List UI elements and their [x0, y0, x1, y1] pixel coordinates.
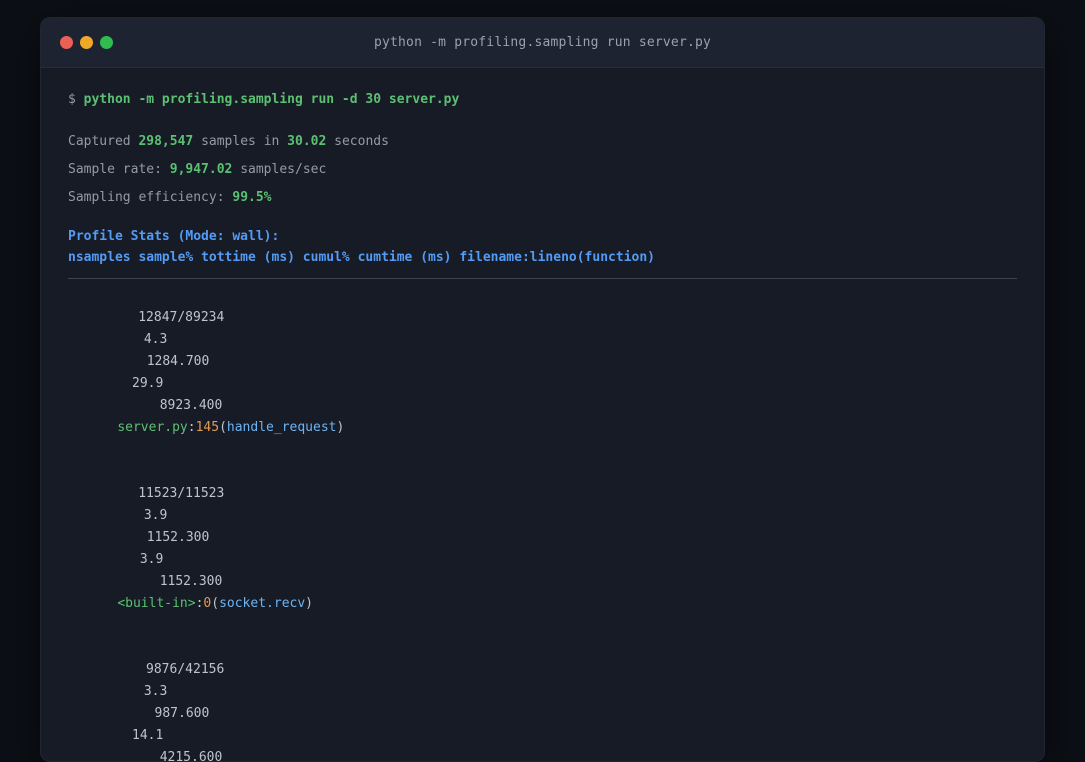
minimize-button[interactable] [80, 36, 93, 49]
nsamples-cell: 11523/11523 [138, 486, 225, 501]
window-controls [60, 18, 113, 67]
close-button[interactable] [60, 36, 73, 49]
terminal-window: python -m profiling.sampling run server.… [40, 17, 1045, 762]
capture-stats: Captured 298,547 samples in 30.02 second… [68, 128, 1017, 212]
sample-pct-cell: 3.3 [143, 684, 168, 699]
table-divider [68, 278, 1017, 279]
cumtime-cell: 1152.300 [159, 574, 223, 589]
sample-pct-cell: 4.3 [143, 332, 168, 347]
profile-table: 12847/89234 4.3 1284.700 29.9 8923.400 s… [68, 285, 1017, 762]
window-titlebar: python -m profiling.sampling run server.… [41, 18, 1044, 68]
profile-stats-heading: Profile Stats (Mode: wall): [68, 229, 280, 244]
prompt-line: $ python -m profiling.sampling run -d 30… [68, 92, 460, 107]
cumtime-cell: 4215.600 [159, 750, 223, 762]
captured-samples-line: Captured 298,547 samples in 30.02 second… [68, 134, 389, 149]
tottime-cell: 1284.700 [146, 354, 210, 369]
cumul-pct-cell: 29.9 [132, 376, 164, 391]
location-cell: <built-in>:0(socket.recv) [117, 596, 313, 611]
sample-pct-cell: 3.9 [143, 508, 168, 523]
sample-rate-line: Sample rate: 9,947.02 samples/sec [68, 162, 327, 177]
profile-columns-header: nsamples sample% tottime (ms) cumul% cum… [68, 250, 655, 265]
cumul-pct-cell: 3.9 [139, 552, 164, 567]
maximize-button[interactable] [100, 36, 113, 49]
profile-row: 12847/89234 4.3 1284.700 29.9 8923.400 s… [68, 285, 1017, 461]
terminal-output[interactable]: $ python -m profiling.sampling run -d 30… [41, 68, 1044, 762]
window-title: python -m profiling.sampling run server.… [373, 35, 712, 50]
cumtime-cell: 8923.400 [159, 398, 223, 413]
profile-row: 11523/11523 3.9 1152.300 3.9 1152.300 <b… [68, 461, 1017, 637]
tottime-cell: 1152.300 [146, 530, 210, 545]
location-cell: server.py:145(handle_request) [117, 420, 345, 435]
sampling-efficiency-line: Sampling efficiency: 99.5% [68, 190, 272, 205]
profile-row: 9876/42156 3.3 987.600 14.1 4215.600 par… [68, 637, 1017, 762]
cumul-pct-cell: 14.1 [132, 728, 164, 743]
nsamples-cell: 12847/89234 [138, 310, 225, 325]
tottime-cell: 987.600 [154, 706, 210, 721]
nsamples-cell: 9876/42156 [146, 662, 225, 677]
